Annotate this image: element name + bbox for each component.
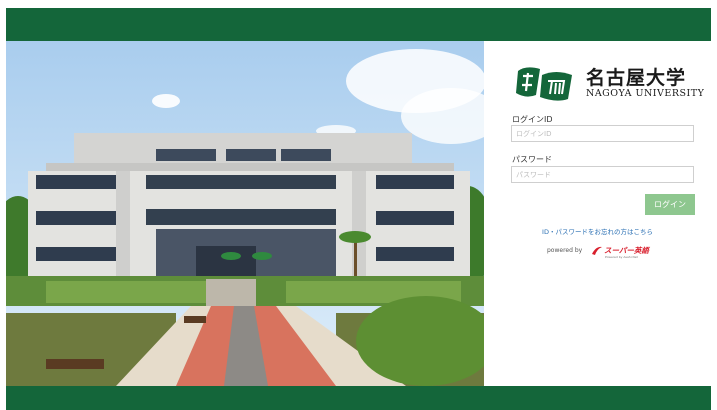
- login-button[interactable]: ログイン: [645, 194, 695, 215]
- powered-by-text: powered by: [547, 247, 583, 254]
- university-name-jp: 名古屋大学: [586, 67, 687, 89]
- university-logo: 名古屋大学 NAGOYA UNIVERSITY: [512, 63, 707, 103]
- vendor-logo: スーパー英語 Powered by Asahi Net: [591, 244, 661, 260]
- header-bar: [6, 8, 711, 41]
- password-label: パスワード: [512, 155, 552, 164]
- footer-bar: [6, 386, 711, 410]
- university-emblem-icon: [516, 67, 572, 101]
- powered-by: powered by スーパー英語 Powered by Asahi Net: [547, 244, 667, 260]
- login-panel: 名古屋大学 NAGOYA UNIVERSITY ログインID パスワード ログイ…: [484, 41, 711, 386]
- vendor-swoosh-icon: [592, 246, 602, 255]
- login-id-input[interactable]: [511, 125, 694, 142]
- vendor-subtitle: Powered by Asahi Net: [605, 255, 638, 259]
- login-id-label: ログインID: [512, 115, 553, 124]
- password-input[interactable]: [511, 166, 694, 183]
- campus-photo: [6, 41, 484, 386]
- forgot-credentials-link[interactable]: ID・パスワードをお忘れの方はこちら: [484, 226, 711, 236]
- university-name-en: NAGOYA UNIVERSITY: [586, 88, 705, 99]
- login-page: 名古屋大学 NAGOYA UNIVERSITY ログインID パスワード ログイ…: [0, 0, 717, 410]
